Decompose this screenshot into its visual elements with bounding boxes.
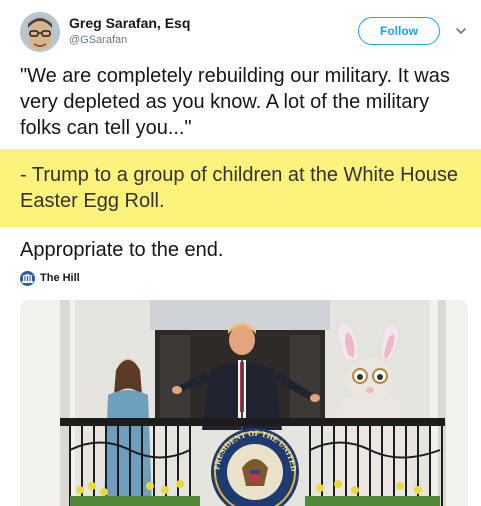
source-attribution[interactable]: The Hill (20, 270, 80, 286)
seal-label: PRESIDENT OF THE UNITED (212, 429, 298, 472)
seal-text: PRESIDENT OF THE UNITED (212, 429, 298, 472)
follow-button[interactable]: Follow (358, 17, 440, 45)
author-handle[interactable]: @GSarafan (69, 34, 127, 46)
avatar[interactable] (20, 12, 60, 52)
source-name: The Hill (40, 272, 80, 284)
tweet-text-comment: Appropriate to the end. (20, 239, 224, 261)
tweet-text-attribution: - Trump to a group of children at the Wh… (20, 164, 458, 212)
svg-text:PRESIDENT OF THE UNITED: PRESIDENT OF THE UNITED (212, 429, 298, 472)
avatar-photo (20, 12, 60, 52)
tweet-text-quote: "We are completely rebuilding our milita… (20, 65, 450, 139)
chevron-down-icon[interactable] (454, 24, 468, 38)
media-video-thumbnail[interactable]: PRESIDENT OF THE UNITED (20, 300, 468, 506)
the-hill-logo-icon (20, 270, 35, 286)
author-name[interactable]: Greg Sarafan, Esq (69, 15, 190, 31)
